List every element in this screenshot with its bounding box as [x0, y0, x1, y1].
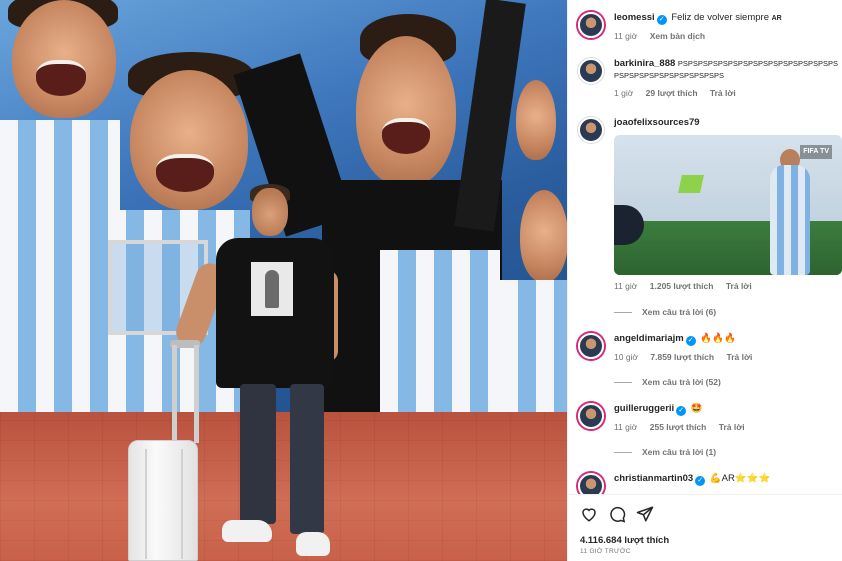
avatar[interactable] — [578, 117, 604, 143]
reply-button[interactable]: Trả lời — [726, 281, 752, 291]
mural-mouth — [156, 154, 214, 192]
person-head — [252, 188, 288, 236]
avatar[interactable] — [578, 333, 604, 359]
white-suitcase — [128, 440, 198, 561]
comment-time[interactable]: 11 giờ — [614, 422, 637, 432]
avatar[interactable] — [578, 403, 604, 429]
comment-text: 💪AR⭐⭐⭐ — [709, 473, 771, 484]
comments-panel: leomessi ✓ Feliz de volver siempre AR 11 … — [567, 0, 842, 561]
comments-scroll-area[interactable]: leomessi ✓ Feliz de volver siempre AR 11 … — [568, 0, 842, 494]
comment-username[interactable]: angeldimariajm — [614, 333, 684, 344]
comment-likes[interactable]: 1.205 lượt thích — [650, 281, 714, 291]
comment-video[interactable]: FIFA TV — [614, 135, 842, 275]
mural-face — [356, 36, 456, 186]
mural-arm — [454, 0, 526, 232]
caption-time[interactable]: 11 giờ — [614, 31, 637, 41]
mural-face — [516, 80, 556, 160]
suitcase-handle-bar — [172, 345, 177, 443]
posted-time[interactable]: 11 GIỜ TRƯỚC — [580, 548, 631, 555]
person-leg — [240, 384, 276, 524]
comment-time[interactable]: 10 giờ — [614, 352, 638, 362]
avatar[interactable] — [578, 12, 604, 38]
person-leg — [290, 384, 324, 534]
comment-likes[interactable]: 7.859 lượt thích — [650, 352, 714, 362]
comment-username[interactable]: christianmartin03 — [614, 473, 693, 484]
comment-likes[interactable]: 255 lượt thích — [650, 422, 707, 432]
view-replies-label: Xem câu trả lời (52) — [642, 377, 721, 387]
corner-flag — [678, 175, 704, 193]
verified-badge-icon: ✓ — [676, 406, 687, 416]
comment-username[interactable]: guilleruggerii — [614, 403, 674, 414]
comment-time[interactable]: 1 giờ — [614, 88, 633, 98]
mural-face — [12, 0, 116, 118]
flag-text: AR — [771, 15, 782, 22]
caption-text: Feliz de volver siempre — [671, 12, 769, 23]
mural-jersey — [380, 250, 500, 415]
reply-button[interactable]: Trả lời — [710, 88, 736, 98]
view-replies-button[interactable]: Xem câu trả lời (52) — [614, 377, 721, 387]
post-photo[interactable] — [0, 0, 567, 561]
reply-line — [614, 312, 632, 314]
mural-jersey — [500, 280, 567, 415]
verified-badge-icon: ✓ — [695, 476, 706, 486]
fifa-tv-badge: FIFA TV — [800, 145, 832, 159]
tiled-ground — [0, 412, 567, 561]
view-replies-label: Xem câu trả lời (6) — [642, 307, 717, 317]
share-icon[interactable] — [636, 505, 656, 525]
reply-button[interactable]: Trả lời — [726, 352, 752, 362]
verified-badge-icon: ✓ — [685, 336, 696, 346]
comment-username[interactable]: joaofelixsources79 — [614, 117, 700, 128]
heart-icon[interactable] — [580, 505, 600, 525]
tshirt-print — [251, 262, 293, 316]
comment-likes[interactable]: 29 lượt thích — [646, 88, 698, 98]
comment-username[interactable]: barkinira_888 — [614, 58, 675, 69]
person-shoe — [222, 520, 272, 542]
likes-count[interactable]: 4.116.684 lượt thích — [580, 535, 669, 546]
translate-link[interactable]: Xem bản dịch — [650, 31, 705, 41]
comment-text: 🤩 — [690, 403, 703, 414]
comment-icon[interactable] — [608, 505, 628, 525]
reply-button[interactable]: Trả lời — [719, 422, 745, 432]
view-replies-button[interactable]: Xem câu trả lời (1) — [614, 447, 716, 457]
view-replies-button[interactable]: Xem câu trả lời (6) — [614, 307, 716, 317]
mural-mouth — [382, 118, 430, 154]
post-action-bar: 4.116.684 lượt thích 11 GIỜ TRƯỚC — [568, 494, 842, 561]
avatar[interactable] — [578, 58, 604, 84]
verified-badge-icon: ✓ — [656, 15, 667, 25]
mural-jersey — [0, 120, 120, 220]
video-player — [770, 165, 810, 275]
caption-username[interactable]: leomessi — [614, 12, 655, 23]
reply-line — [614, 452, 632, 454]
reply-line — [614, 382, 632, 384]
mural-mouth — [36, 60, 86, 96]
avatar[interactable] — [578, 473, 604, 494]
mural-face — [520, 190, 567, 282]
comment-time[interactable]: 11 giờ — [614, 281, 637, 291]
view-replies-label: Xem câu trả lời (1) — [642, 447, 717, 457]
person-shoe — [296, 532, 330, 556]
suitcase-handle-bar — [194, 345, 199, 443]
comment-text: 🔥🔥🔥 — [700, 333, 736, 344]
